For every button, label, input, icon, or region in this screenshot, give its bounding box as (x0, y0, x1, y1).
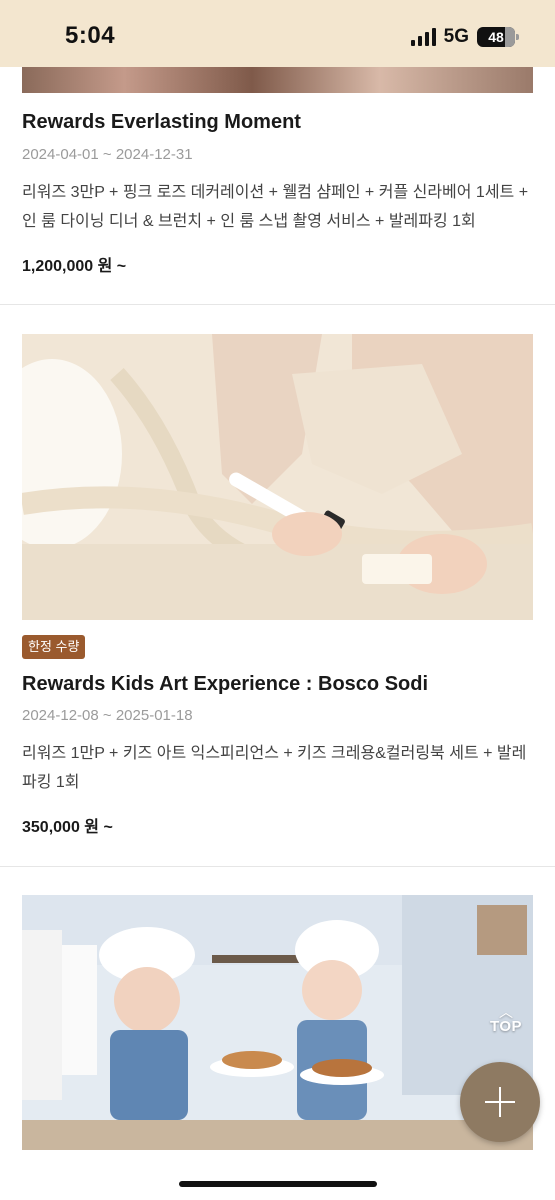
kids-baking-illustration (22, 895, 533, 1150)
scroll-to-top-button[interactable]: ︿ TOP (484, 998, 528, 1042)
plus-icon (485, 1087, 515, 1117)
offer-title[interactable]: Rewards Everlasting Moment (22, 111, 301, 134)
limited-quantity-badge: 한정 수량 (22, 635, 86, 659)
top-label: TOP (489, 1017, 523, 1035)
offer-description: 리워즈 3만P + 핑크 로즈 데커레이션 + 웰컴 샴페인 + 커플 신라베어… (22, 184, 529, 230)
offer-date: 2024-12-08 ~ 2025-01-18 (22, 707, 193, 724)
offer-image-kids-baking[interactable] (22, 895, 533, 1150)
offer-title[interactable]: Rewards Kids Art Experience : Bosco Sodi (22, 673, 428, 696)
signal-icon (410, 28, 436, 46)
chevron-up-icon: ︿ (499, 1003, 513, 1020)
battery-level: 48 (488, 29, 504, 45)
status-time: 5:04 (65, 22, 116, 49)
offer-date: 2024-04-01 ~ 2024-12-31 (22, 146, 193, 163)
status-indicators: 5G 48 (410, 26, 519, 48)
divider (0, 866, 555, 867)
battery-icon: 48 (477, 27, 519, 47)
offer-image-kids-art[interactable] (22, 334, 533, 620)
kids-art-illustration (22, 334, 533, 620)
status-bar: 5:04 5G 48 (0, 0, 555, 67)
home-indicator (179, 1181, 377, 1187)
offer-image-everlasting-moment[interactable] (22, 67, 533, 93)
divider (0, 304, 555, 305)
network-type: 5G (443, 26, 469, 47)
offer-price: 1,200,000 원 ~ (22, 258, 127, 275)
offer-description: 리워즈 1만P + 키즈 아트 익스피리언스 + 키즈 크레용&컬러링북 세트 … (22, 745, 527, 791)
offer-price: 350,000 원 ~ (22, 819, 113, 836)
floating-add-button[interactable] (460, 1062, 540, 1142)
